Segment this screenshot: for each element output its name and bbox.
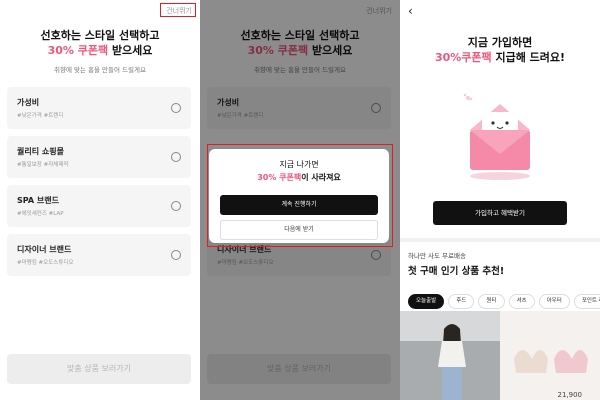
coupon-envelope-icon	[463, 93, 530, 180]
option-spa-brand[interactable]: SPA 브랜드 #에잇세컨즈 #LAP	[7, 185, 191, 227]
section-divider	[400, 238, 600, 242]
page-title-line2: 30% 쿠폰팩 받으세요	[0, 42, 200, 58]
option-name: 가성비	[17, 98, 40, 107]
radio-icon[interactable]	[171, 201, 181, 211]
chip-outer[interactable]: 아우터	[538, 294, 570, 309]
title-suffix: 받으세요	[108, 44, 153, 57]
option-tags: #에잇세컨즈 #LAP	[17, 211, 64, 217]
page-title-line1: 선호하는 스타일 선택하고	[40, 29, 160, 42]
option-tags: #낮은가격 #트렌디	[17, 113, 64, 119]
model-photo-icon	[400, 311, 500, 400]
skip-highlight-box	[160, 3, 196, 17]
style-select-screen: 건너뛰기 선호하는 스타일 선택하고 30% 쿠폰팩 받으세요 취향에 맞는 홈…	[0, 0, 200, 400]
promo-title-line1: 지금 가입하면	[467, 36, 533, 49]
radio-icon[interactable]	[171, 152, 181, 162]
join-benefit-button[interactable]: 가입하고 혜택받기	[433, 201, 567, 225]
option-value[interactable]: 가성비 #낮은가격 #트렌디	[7, 87, 191, 129]
exit-confirm-screen: 건너뛰기 선호하는 스타일 선택하고 30% 쿠폰팩 받으세요 취향에 맞는 홈…	[200, 0, 400, 400]
option-quality-mall[interactable]: 퀄리티 쇼핑몰 #통일보장 #자체제작	[7, 136, 191, 178]
radio-icon[interactable]	[171, 250, 181, 260]
product-image[interactable]: 21,900	[500, 311, 600, 400]
promo-title-line2: 30%쿠폰팩 지급해 드려요!	[400, 49, 600, 65]
chip-point[interactable]: 포인트 레	[573, 294, 600, 309]
dialog-highlight-box	[207, 144, 393, 247]
option-designer-brand[interactable]: 디자이너 브랜드 #마뗑킴 #오도스튜디오	[7, 234, 191, 276]
free-shipping-label: 하나만 사도 무료배송	[408, 252, 466, 260]
promo-title-suffix: 지급해 드려요!	[491, 51, 566, 64]
option-tags: #마뗑킴 #오도스튜디오	[17, 260, 74, 266]
signup-promo-screen: ‹ 지금 가입하면 30%쿠폰팩 지급해 드려요! 가입하고 혜택받기 하나만 …	[400, 0, 600, 400]
option-name: 퀄리티 쇼핑몰	[17, 147, 64, 156]
option-name: SPA 브랜드	[17, 196, 59, 205]
chip-today-ship[interactable]: 오늘출발	[408, 294, 445, 309]
radio-icon[interactable]	[171, 103, 181, 113]
view-products-button[interactable]: 맞춤 상품 보러가기	[7, 354, 191, 384]
back-icon[interactable]: ‹	[408, 4, 413, 18]
chip-hood[interactable]: 후드	[448, 294, 475, 309]
coupon-highlight: 30% 쿠폰팩	[47, 44, 109, 57]
product-image[interactable]	[400, 311, 500, 400]
option-name: 디자이너 브랜드	[17, 245, 72, 254]
category-chips: 오늘출발후드원티셔츠아우터포인트 레	[408, 287, 600, 309]
promo-coupon-highlight: 30%쿠폰팩	[434, 51, 492, 64]
chip-onepiece[interactable]: 원티	[478, 294, 505, 309]
bra-product-icon	[514, 350, 588, 373]
option-tags: #통일보장 #자체제작	[17, 162, 69, 168]
section-title: 첫 구매 인기 상품 추천!	[408, 266, 505, 277]
chip-shirt[interactable]: 셔츠	[508, 294, 535, 309]
price-fragment: 21,900	[557, 391, 583, 399]
page-subtitle: 취향에 맞는 홈을 만들어 드릴게요	[54, 66, 146, 74]
